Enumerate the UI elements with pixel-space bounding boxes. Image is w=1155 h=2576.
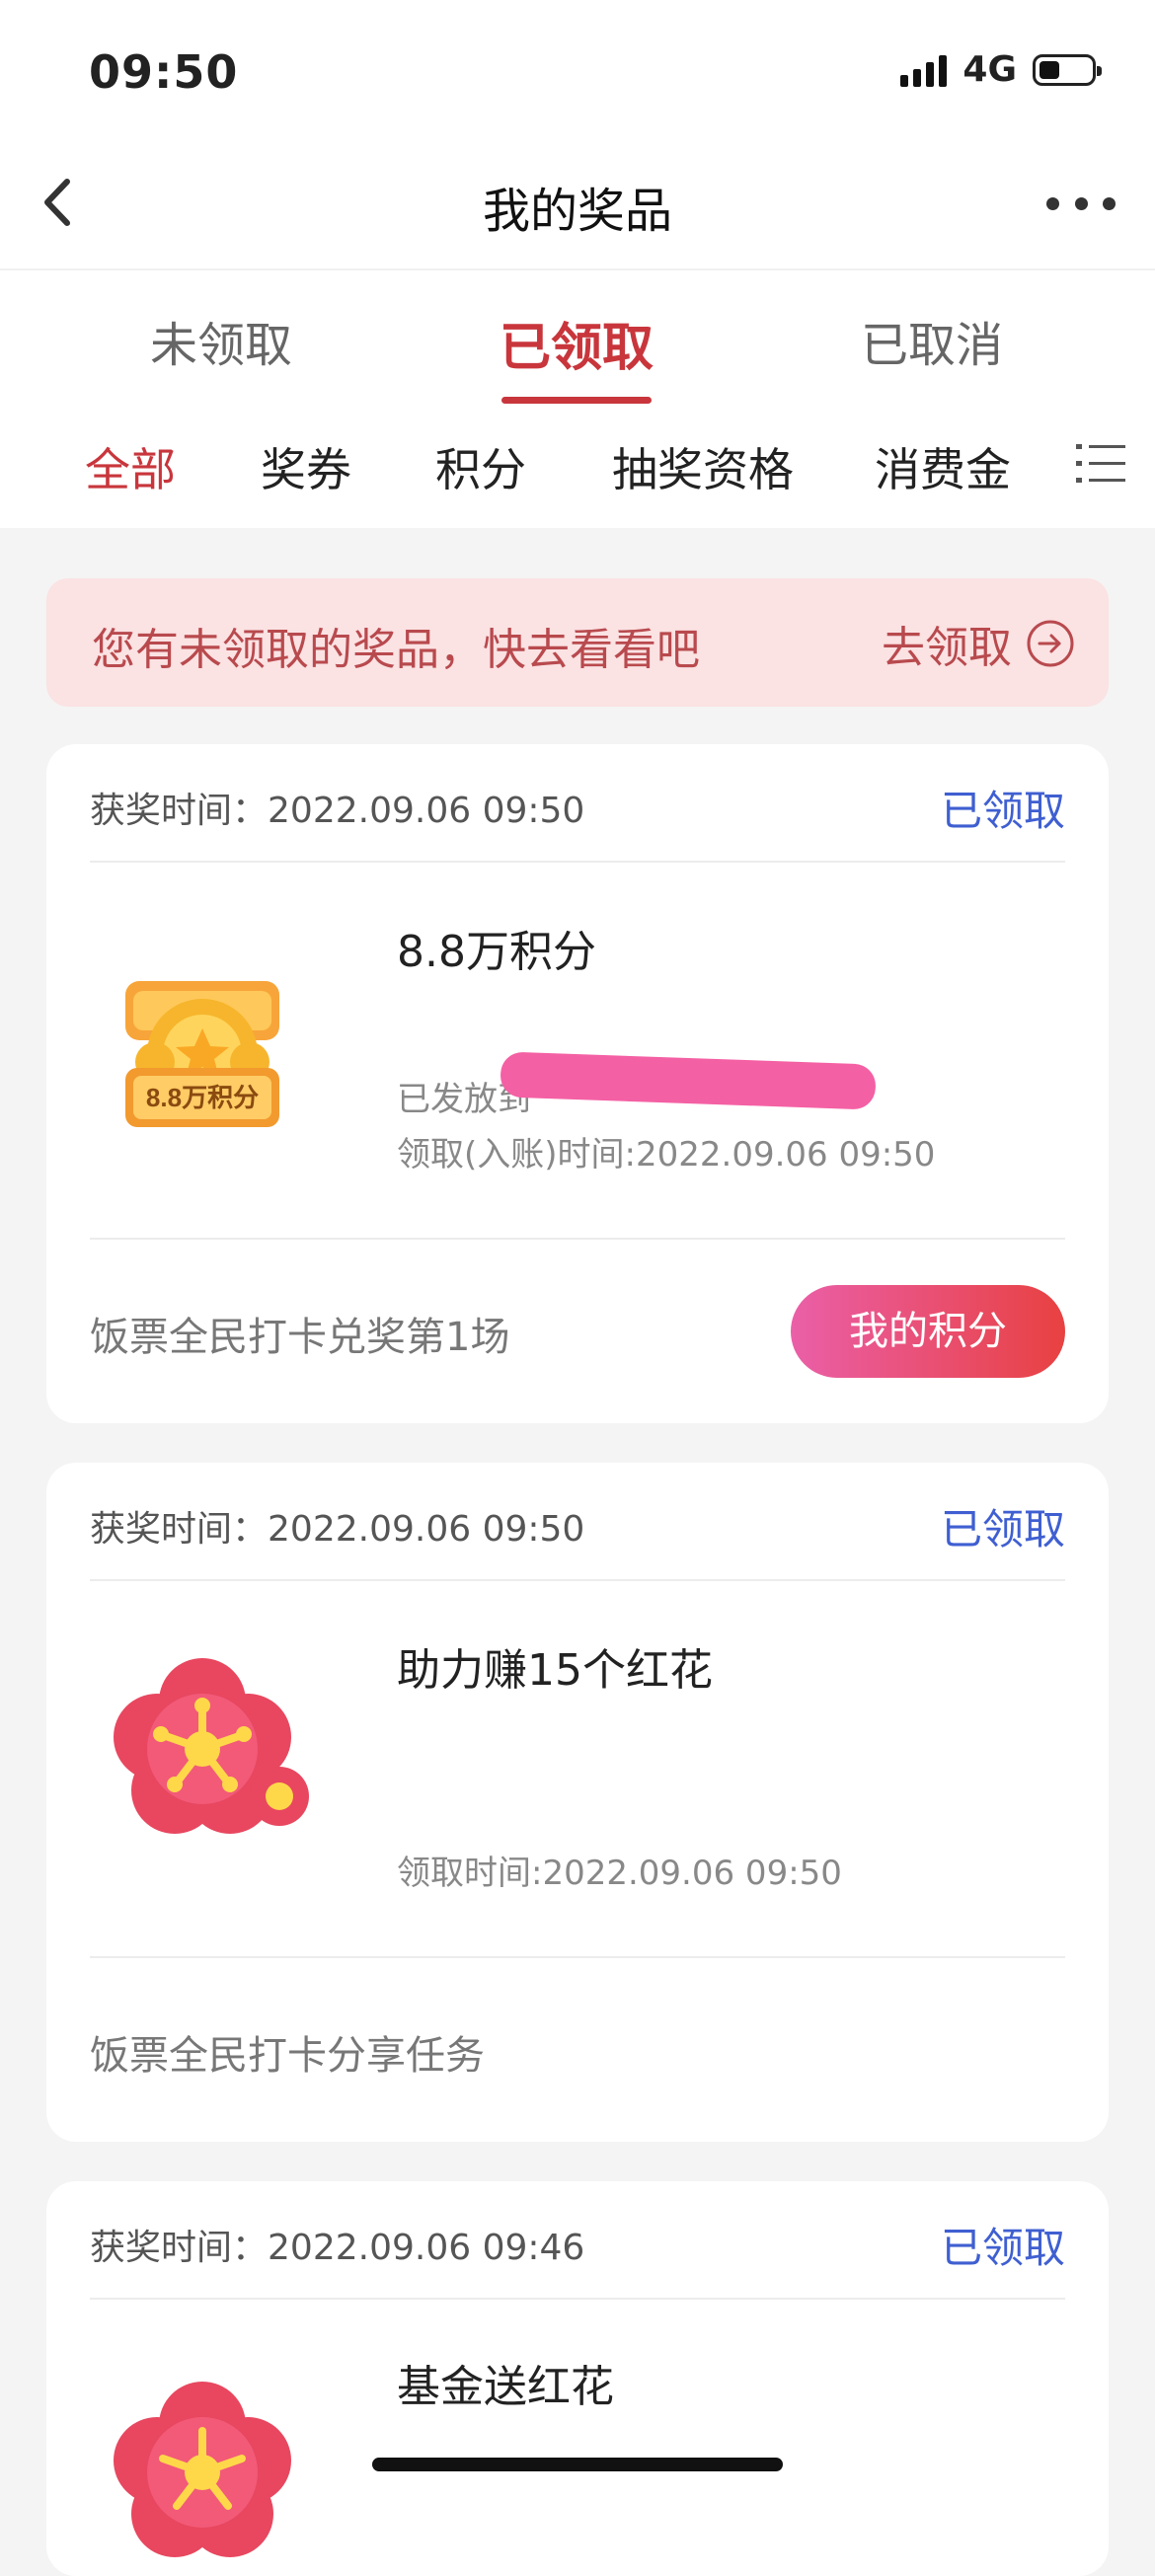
category-cashback[interactable]: 消费金 bbox=[875, 434, 1011, 499]
more-dot-icon bbox=[1074, 196, 1088, 210]
prize-title: 助力赚15个红花 bbox=[397, 1645, 713, 1696]
nav-divider bbox=[0, 268, 1155, 270]
more-dot-icon bbox=[1046, 196, 1059, 210]
card-header: 获奖时间：2022.09.06 09:50 已领取 bbox=[90, 744, 1065, 863]
signal-icon bbox=[900, 53, 948, 87]
status-label: 已领取 bbox=[940, 787, 1065, 835]
card-header: 获奖时间：2022.09.06 09:46 已领取 bbox=[90, 2181, 1065, 2300]
card-footer: 饭票全民打卡分享任务 bbox=[90, 1956, 1065, 2142]
more-button[interactable] bbox=[1046, 182, 1116, 225]
redaction-mark bbox=[500, 1051, 877, 1110]
status-tabs: 未领取 已领取 已取消 bbox=[0, 296, 1155, 405]
tab-cancelled[interactable]: 已取消 bbox=[813, 306, 1050, 375]
award-time: 获奖时间：2022.09.06 09:50 bbox=[90, 1509, 585, 1550]
claim-time: 领取(入账)时间:2022.09.06 09:50 bbox=[397, 1135, 936, 1174]
chest-label: 8.8万积分 bbox=[146, 1083, 259, 1112]
category-coupons[interactable]: 奖券 bbox=[261, 434, 351, 499]
award-time: 获奖时间：2022.09.06 09:46 bbox=[90, 2228, 585, 2268]
tab-unclaimed[interactable]: 未领取 bbox=[103, 306, 340, 375]
my-points-button[interactable]: 我的积分 bbox=[791, 1285, 1065, 1378]
red-flower-icon bbox=[114, 2382, 291, 2557]
status-label: 已领取 bbox=[940, 2224, 1065, 2272]
category-all[interactable]: 全部 bbox=[85, 434, 176, 499]
prize-card[interactable]: 获奖时间：2022.09.06 09:46 已领取 基金送红花 bbox=[46, 2181, 1109, 2576]
banner-text: 您有未领取的奖品，快去看看吧 bbox=[92, 625, 700, 675]
home-indicator bbox=[372, 2458, 783, 2471]
tab-claimed[interactable]: 已领取 bbox=[458, 306, 695, 380]
list-menu-icon[interactable] bbox=[1076, 440, 1125, 488]
category-lottery[interactable]: 抽奖资格 bbox=[612, 434, 794, 499]
battery-icon bbox=[1033, 53, 1102, 86]
claim-time: 领取时间:2022.09.06 09:50 bbox=[397, 1854, 842, 1893]
go-claim-link[interactable]: 去领取 bbox=[882, 612, 1075, 675]
prize-card[interactable]: 获奖时间：2022.09.06 09:50 已领取 8.8万积分 8.8万积分 … bbox=[46, 744, 1109, 1423]
status-indicators: 4G bbox=[900, 49, 1102, 90]
card-header: 获奖时间：2022.09.06 09:50 已领取 bbox=[90, 1463, 1065, 1581]
network-label: 4G bbox=[962, 49, 1017, 90]
active-tab-indicator bbox=[501, 397, 652, 404]
status-time: 09:50 bbox=[89, 45, 239, 99]
category-points[interactable]: 积分 bbox=[435, 434, 526, 499]
status-label: 已领取 bbox=[940, 1505, 1065, 1553]
prize-title: 基金送红花 bbox=[397, 2362, 614, 2412]
more-dot-icon bbox=[1103, 196, 1116, 210]
unclaimed-reminder-banner[interactable]: 您有未领取的奖品，快去看看吧 去领取 bbox=[46, 578, 1109, 707]
award-time: 获奖时间：2022.09.06 09:50 bbox=[90, 791, 585, 831]
red-flower-icon bbox=[114, 1658, 309, 1834]
prize-card[interactable]: 获奖时间：2022.09.06 09:50 已领取 助力赚15个红花 领取时间:… bbox=[46, 1463, 1109, 2142]
go-claim-label: 去领取 bbox=[882, 623, 1012, 673]
activity-name: 饭票全民打卡兑奖第1场 bbox=[90, 1315, 510, 1360]
category-filter: 全部 奖券 积分 抽奖资格 消费金 bbox=[0, 434, 1155, 503]
prize-title: 8.8万积分 bbox=[397, 927, 596, 977]
treasure-chest-icon: 8.8万积分 bbox=[116, 961, 283, 1129]
card-footer: 饭票全民打卡兑奖第1场 我的积分 bbox=[90, 1238, 1065, 1423]
activity-name: 饭票全民打卡分享任务 bbox=[90, 2033, 485, 2079]
page-title: 我的奖品 bbox=[482, 184, 672, 239]
arrow-circle-right-icon bbox=[1027, 620, 1074, 667]
